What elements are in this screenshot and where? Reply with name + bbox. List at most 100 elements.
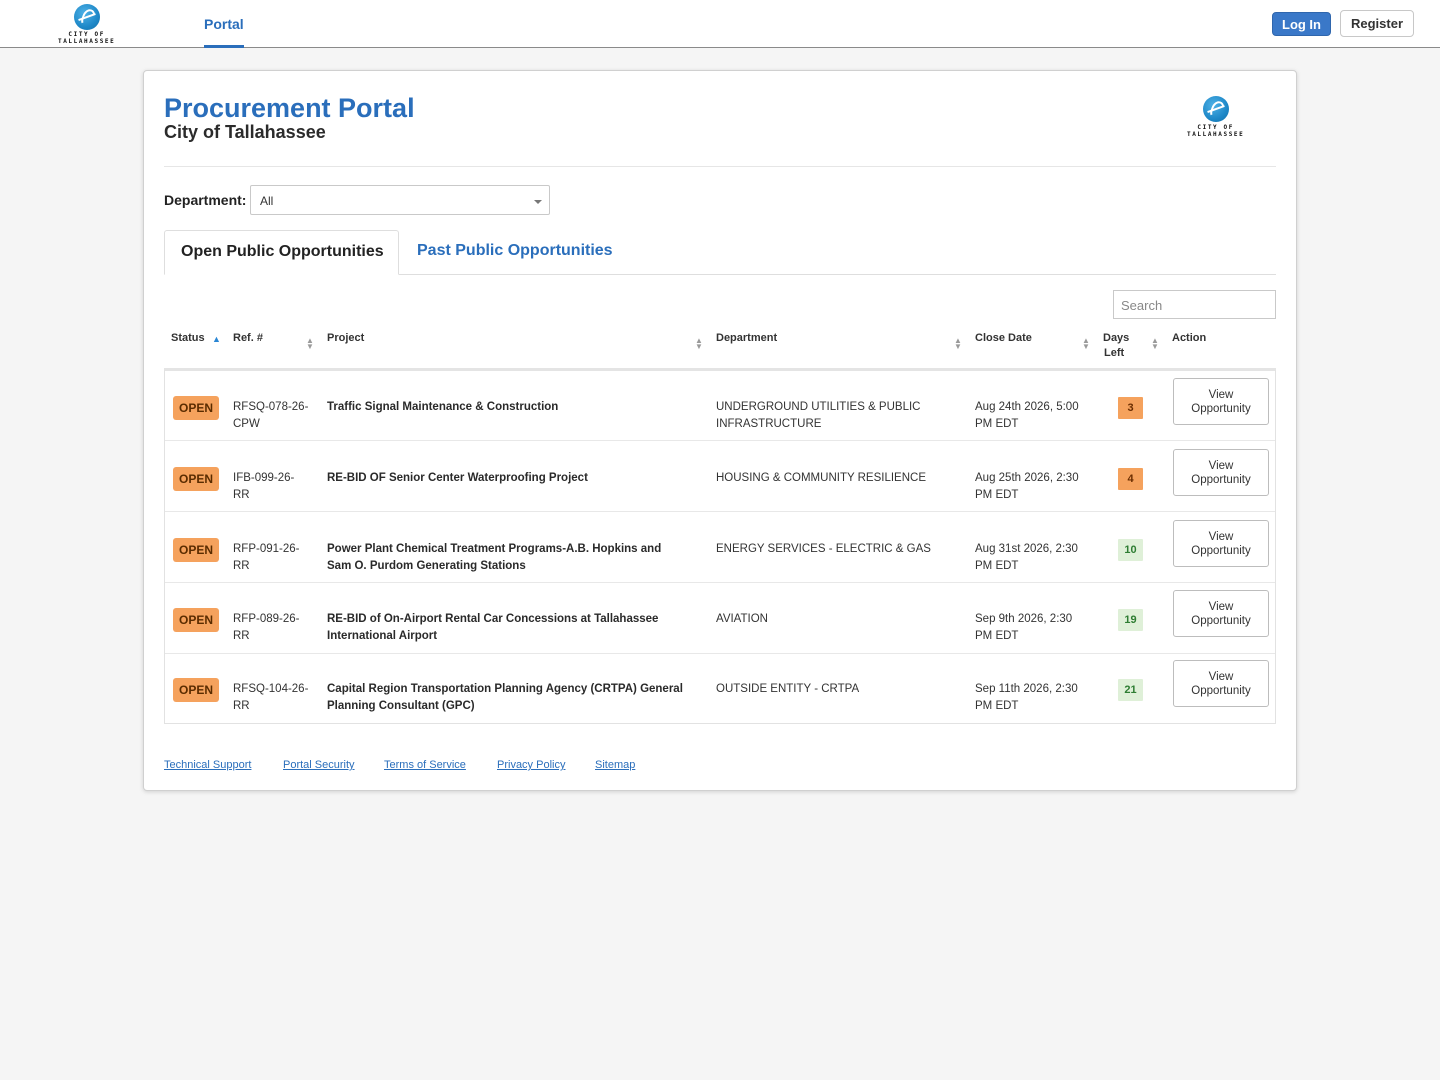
days-left-line1: Days (1103, 332, 1130, 344)
close-date-line2: PM EDT (975, 560, 1019, 572)
sort-icon-project[interactable]: ▲ ▼ (695, 337, 703, 351)
view-button-line1: View (1208, 601, 1234, 613)
ref-line1: RFP-091-26- (233, 543, 300, 555)
footer-link-technical-support[interactable]: Technical Support (164, 759, 251, 771)
logo-text-line2: TALLAHASSEE (58, 38, 116, 45)
close-date-line1: Aug 25th 2026, 2:30 (975, 472, 1079, 484)
project-name: Capital Region Transportation Planning A… (327, 681, 683, 715)
column-header-status-label: Status (171, 332, 205, 344)
sort-icon-ref[interactable]: ▲ ▼ (306, 337, 314, 351)
department-line1: UNDERGROUND UTILITIES & PUBLIC (716, 401, 921, 413)
department-line1: AVIATION (716, 613, 768, 625)
status-badge: OPEN (173, 396, 219, 420)
table-row: OPEN RFP-089-26- RR RE-BID of On-Airport… (165, 583, 1275, 654)
sort-icon-close-date[interactable]: ▲ ▼ (1082, 337, 1090, 351)
view-button-line1: View (1208, 671, 1234, 683)
department-line2: INFRASTRUCTURE (716, 418, 822, 430)
close-date: Aug 25th 2026, 2:30 PM EDT (975, 470, 1079, 504)
nav-tab-portal[interactable]: Portal (204, 0, 244, 48)
city-logo-card: CITY OF TALLAHASSEE (1187, 96, 1244, 138)
department-select[interactable]: All (250, 185, 550, 215)
column-header-status[interactable]: Status (171, 331, 205, 346)
close-date-line1: Aug 31st 2026, 2:30 (975, 543, 1078, 555)
footer-link-privacy-policy[interactable]: Privacy Policy (497, 759, 565, 771)
chevron-down-icon (534, 200, 542, 204)
sort-icon-days-left[interactable]: ▲ ▼ (1151, 337, 1159, 351)
tab-past-opportunities[interactable]: Past Public Opportunities (417, 242, 613, 260)
ref-number: IFB-099-26- RR (233, 470, 294, 504)
department-line1: HOUSING & COMMUNITY RESILIENCE (716, 472, 927, 484)
department-name: HOUSING & COMMUNITY RESILIENCE (716, 470, 926, 487)
sort-icon-department[interactable]: ▲ ▼ (954, 337, 962, 351)
department-line1: ENERGY SERVICES - ELECTRIC & GAS (716, 543, 931, 555)
days-left-badge: 19 (1118, 609, 1143, 631)
search-input[interactable]: Search (1113, 290, 1276, 319)
close-date: Aug 31st 2026, 2:30 PM EDT (975, 541, 1078, 575)
page-subtitle: City of Tallahassee (164, 122, 326, 142)
footer-link-terms-of-service[interactable]: Terms of Service (384, 759, 466, 771)
close-date-line2: PM EDT (975, 418, 1019, 430)
tab-open-opportunities[interactable]: Open Public Opportunities (164, 230, 399, 275)
days-left-badge: 21 (1118, 679, 1143, 701)
view-button-line2: Opportunity (1191, 474, 1251, 486)
top-navigation-bar: CITY OF TALLAHASSEE Portal Log In Regist… (0, 0, 1440, 48)
view-button-line2: Opportunity (1191, 685, 1251, 697)
opportunities-table-body: OPEN RFSQ-078-26- CPW Traffic Signal Mai… (164, 370, 1276, 724)
department-name: AVIATION (716, 611, 768, 628)
project-line1: Power Plant Chemical Treatment Programs-… (327, 543, 662, 555)
view-opportunity-button[interactable]: View Opportunity (1173, 378, 1269, 425)
view-button-line2: Opportunity (1191, 545, 1251, 557)
page-title: Procurement Portal (164, 93, 415, 123)
column-header-department[interactable]: Department (716, 331, 777, 346)
project-line1: Traffic Signal Maintenance & Constructio… (327, 401, 559, 413)
ref-line2: RR (233, 700, 250, 712)
column-header-ref[interactable]: Ref. # (233, 331, 263, 346)
close-date: Sep 9th 2026, 2:30 PM EDT (975, 611, 1072, 645)
ref-line2: RR (233, 560, 250, 572)
view-button-line1: View (1208, 389, 1234, 401)
department-name: UNDERGROUND UTILITIES & PUBLIC INFRASTRU… (716, 399, 920, 433)
ref-line1: RFSQ-078-26- (233, 401, 309, 413)
ref-number: RFSQ-078-26- CPW (233, 399, 308, 433)
table-row: OPEN RFSQ-104-26- RR Capital Region Tran… (165, 653, 1275, 724)
close-date-line1: Sep 9th 2026, 2:30 (975, 613, 1073, 625)
city-logo[interactable]: CITY OF TALLAHASSEE (58, 4, 115, 45)
project-name: Traffic Signal Maintenance & Constructio… (327, 399, 558, 416)
column-header-action: Action (1172, 332, 1207, 344)
close-date: Aug 24th 2026, 5:00 PM EDT (975, 399, 1079, 433)
column-header-close-date[interactable]: Close Date (975, 331, 1032, 346)
table-row: OPEN RFP-091-26- RR Power Plant Chemical… (165, 512, 1275, 583)
project-line1: RE-BID OF Senior Center Waterproofing Pr… (327, 472, 588, 484)
close-date: Sep 11th 2026, 2:30 PM EDT (975, 681, 1078, 715)
project-line2: Sam O. Purdom Generating Stations (327, 560, 526, 572)
view-opportunity-button[interactable]: View Opportunity (1173, 590, 1269, 637)
view-button-line1: View (1208, 460, 1234, 472)
project-line1: RE-BID of On-Airport Rental Car Concessi… (327, 613, 659, 625)
status-badge: OPEN (173, 538, 219, 562)
footer-link-portal-security[interactable]: Portal Security (283, 759, 355, 771)
status-badge: OPEN (173, 678, 219, 702)
register-button[interactable]: Register (1340, 10, 1414, 37)
table-row: OPEN IFB-099-26- RR RE-BID OF Senior Cen… (165, 441, 1275, 512)
sort-ascending-icon[interactable]: ▲ (212, 334, 221, 344)
close-date-line2: PM EDT (975, 630, 1019, 642)
view-opportunity-button[interactable]: View Opportunity (1173, 449, 1269, 496)
close-date-line2: PM EDT (975, 700, 1019, 712)
close-date-line1: Aug 24th 2026, 5:00 (975, 401, 1079, 413)
view-opportunity-button[interactable]: View Opportunity (1173, 660, 1269, 707)
project-line2: International Airport (327, 630, 438, 642)
column-header-days-left[interactable]: Days Left (1103, 331, 1129, 361)
view-button-line1: View (1208, 531, 1234, 543)
footer-link-sitemap[interactable]: Sitemap (595, 759, 635, 771)
column-header-project[interactable]: Project (327, 331, 364, 346)
days-left-badge: 4 (1118, 468, 1143, 490)
project-name: RE-BID of On-Airport Rental Car Concessi… (327, 611, 658, 645)
days-left-badge: 3 (1118, 397, 1143, 419)
department-name: OUTSIDE ENTITY - CRTPA (716, 681, 859, 698)
ref-line2: RR (233, 489, 250, 501)
ref-line1: IFB-099-26- (233, 472, 295, 484)
department-select-value: All (260, 194, 274, 208)
status-badge: OPEN (173, 608, 219, 632)
login-button[interactable]: Log In (1272, 12, 1331, 36)
view-opportunity-button[interactable]: View Opportunity (1173, 520, 1269, 567)
